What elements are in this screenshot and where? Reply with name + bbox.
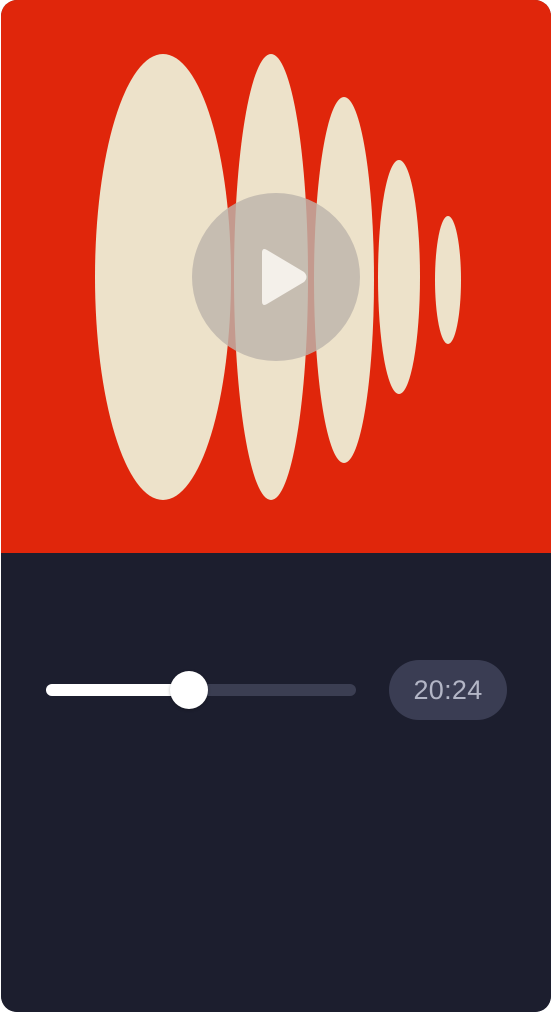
player-controls-panel: 20:24 — [1, 553, 551, 1012]
progress-slider[interactable] — [46, 671, 356, 709]
sound-wave-artwork — [1, 0, 551, 553]
time-remaining-badge: 20:24 — [389, 660, 507, 720]
progress-fill — [46, 684, 189, 696]
sound-wave-ellipse — [435, 216, 461, 344]
play-button[interactable] — [192, 193, 360, 361]
progress-thumb[interactable] — [169, 671, 208, 709]
audio-player-card: 20:24 — [1, 0, 551, 1012]
sound-wave-ellipse — [378, 160, 420, 394]
play-icon — [192, 193, 360, 361]
